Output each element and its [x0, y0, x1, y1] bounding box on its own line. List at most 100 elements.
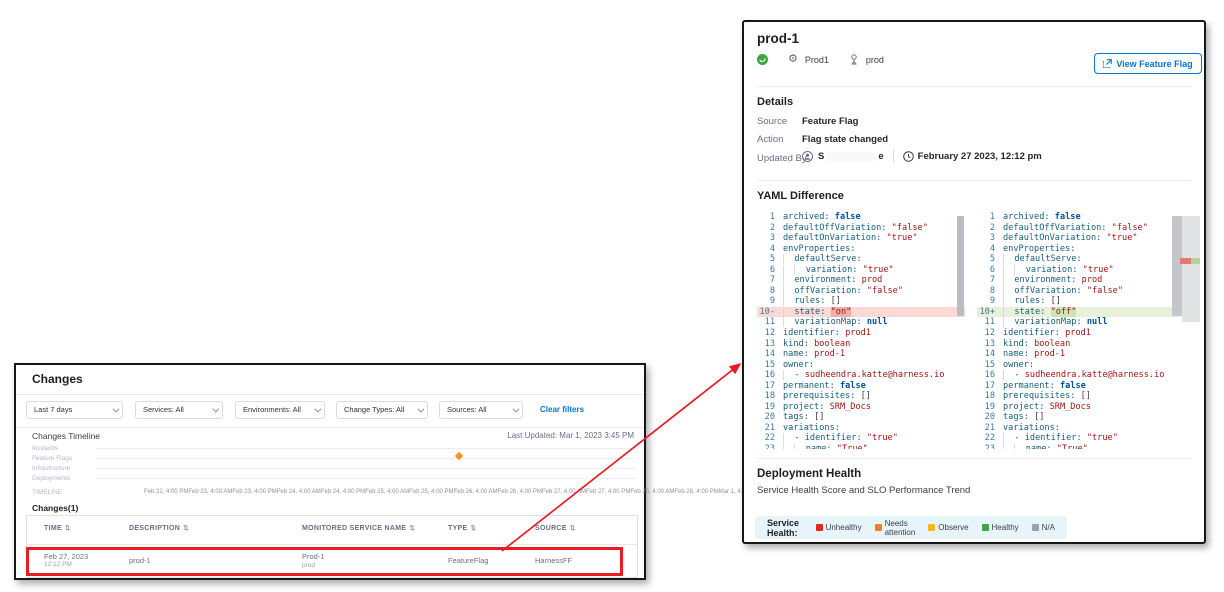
- external-link-icon: [1103, 59, 1112, 68]
- line-number: 13: [757, 339, 780, 350]
- line-code: owner:: [1000, 360, 1200, 371]
- timeline-tick: Feb 26, 4:00 AM: [454, 489, 498, 495]
- line-number: 17: [757, 381, 780, 392]
- yaml-line: 17permanent: false: [757, 381, 965, 392]
- line-code: defaultOffVariation: "false": [1000, 223, 1200, 234]
- column-header-type[interactable]: TYPE⇅: [448, 524, 476, 532]
- line-number: 3: [757, 233, 780, 244]
- line-number: 7: [757, 275, 780, 286]
- yaml-line: 8 offVariation: "false": [757, 286, 965, 297]
- yaml-line: 16 - sudheendra.katte@harness.io: [977, 370, 1200, 381]
- environment-chip-label[interactable]: prod: [866, 55, 884, 65]
- source-label: Source: [757, 116, 787, 127]
- line-code: offVariation: "false": [1000, 286, 1200, 297]
- yaml-line: 5 defaultServe:: [757, 254, 965, 265]
- line-code: defaultServe:: [780, 254, 965, 265]
- filter-dropdown-services[interactable]: Services: All: [135, 401, 223, 419]
- diff-overview-ruler: [1182, 216, 1200, 322]
- line-number: 16: [977, 370, 1000, 381]
- redacted-name: [826, 152, 876, 161]
- line-code: prerequisites: []: [780, 391, 965, 402]
- chevron-down-icon: [417, 406, 424, 413]
- yaml-line: 8 offVariation: "false": [977, 286, 1200, 297]
- legend-color-swatch: [928, 524, 935, 531]
- sort-icon[interactable]: ⇅: [470, 525, 476, 532]
- line-number: 8: [977, 286, 1000, 297]
- legend-item: Needs attention: [875, 519, 916, 537]
- yaml-line: 23 name: "True": [757, 444, 965, 449]
- sort-icon[interactable]: ⇅: [65, 525, 71, 532]
- clear-filters-link[interactable]: Clear filters: [540, 405, 584, 414]
- yaml-line: 13kind: boolean: [977, 339, 1200, 350]
- yaml-line: 21variations:: [757, 423, 965, 434]
- updated-by-name-end: e: [878, 151, 883, 162]
- yaml-line: 3defaultOnVariation: "true": [977, 233, 1200, 244]
- scrollbar-thumb[interactable]: [1172, 216, 1182, 316]
- timeline-row-line: [96, 478, 636, 479]
- service-chip-label[interactable]: Prod1: [805, 55, 829, 65]
- line-number: 19: [977, 402, 1000, 413]
- divider: [757, 458, 1191, 459]
- line-number: 18: [757, 391, 780, 402]
- column-header-source[interactable]: SOURCE⇅: [535, 524, 576, 532]
- column-header-time[interactable]: TIME⇅: [44, 524, 71, 532]
- sort-icon[interactable]: ⇅: [183, 525, 189, 532]
- filter-dropdown-timerange[interactable]: Last 7 days: [26, 401, 123, 419]
- service-health-legend: Service Health: UnhealthyNeeds attention…: [755, 516, 1067, 539]
- view-feature-flag-button[interactable]: View Feature Flag: [1094, 53, 1202, 74]
- column-header-description[interactable]: DESCRIPTION⇅: [129, 524, 189, 532]
- filter-dropdown-sources[interactable]: Sources: All: [439, 401, 523, 419]
- line-code: kind: boolean: [780, 339, 965, 350]
- yaml-line: 20tags: []: [977, 412, 1200, 423]
- line-code: envProperties:: [780, 244, 965, 255]
- yaml-line: 4envProperties:: [757, 244, 965, 255]
- environment-icon: [849, 54, 859, 65]
- line-number: 22: [977, 433, 1000, 444]
- scrollbar-thumb[interactable]: [957, 216, 964, 316]
- line-number: 9: [977, 296, 1000, 307]
- timeline-tick: Feb 27, 4:00 AM: [542, 489, 586, 495]
- yaml-line: 14name: prod-1: [977, 349, 1200, 360]
- line-number: 10+: [977, 307, 1000, 318]
- sort-icon[interactable]: ⇅: [570, 525, 576, 532]
- timeline-ticks: Feb 22, 4:00 PMFeb 23, 4:00 AMFeb 23, 4:…: [144, 489, 634, 495]
- yaml-line: 15owner:: [977, 360, 1200, 371]
- divider: [16, 427, 644, 428]
- line-code: - sudheendra.katte@harness.io: [1000, 370, 1200, 381]
- yaml-line: 23 name: "True": [977, 444, 1200, 449]
- line-code: variations:: [780, 423, 965, 434]
- legend-color-swatch: [982, 524, 989, 531]
- chevron-down-icon: [314, 406, 321, 413]
- line-number: 20: [757, 412, 780, 423]
- legend-color-swatch: [1032, 524, 1039, 531]
- diff-marker-added: [1191, 258, 1200, 264]
- yaml-line: 7 environment: prod: [757, 275, 965, 286]
- column-header-service[interactable]: MONITORED SERVICE NAME⇅: [302, 524, 415, 532]
- yaml-line: 13kind: boolean: [757, 339, 965, 350]
- line-number: 16: [757, 370, 780, 381]
- line-number: 22: [757, 433, 780, 444]
- legend-item: N/A: [1032, 519, 1055, 537]
- line-code: variation: "true": [780, 265, 965, 276]
- line-code: state: "off": [1000, 307, 1200, 318]
- updated-by-row: S e February 27 2023, 12:12 pm: [802, 150, 1042, 162]
- filter-dropdown-environments[interactable]: Environments: All: [235, 401, 325, 419]
- line-code: name: prod-1: [1000, 349, 1200, 360]
- line-code: kind: boolean: [1000, 339, 1200, 350]
- sort-icon[interactable]: ⇅: [409, 525, 415, 532]
- line-number: 8: [757, 286, 780, 297]
- line-code: prerequisites: []: [1000, 391, 1200, 402]
- filter-dropdown-changetypes[interactable]: Change Types: All: [336, 401, 428, 419]
- timeline-tick: Feb 23, 4:00 AM: [188, 489, 232, 495]
- line-number: 21: [977, 423, 1000, 434]
- line-number: 23: [757, 444, 780, 449]
- line-code: name: "True": [780, 444, 965, 449]
- line-code: identifier: prod1: [780, 328, 965, 339]
- service-gear-icon: ⚙: [788, 54, 798, 65]
- timeline-tick: Feb 27, 4:00 PM: [586, 489, 630, 495]
- yaml-difference-heading: YAML Difference: [757, 190, 844, 202]
- page: Changes Last 7 days Services: All Enviro…: [0, 0, 1224, 592]
- timeline-row-label: Deployments: [32, 475, 70, 482]
- yaml-line: 19project: SRM_Docs: [977, 402, 1200, 413]
- line-number: 4: [977, 244, 1000, 255]
